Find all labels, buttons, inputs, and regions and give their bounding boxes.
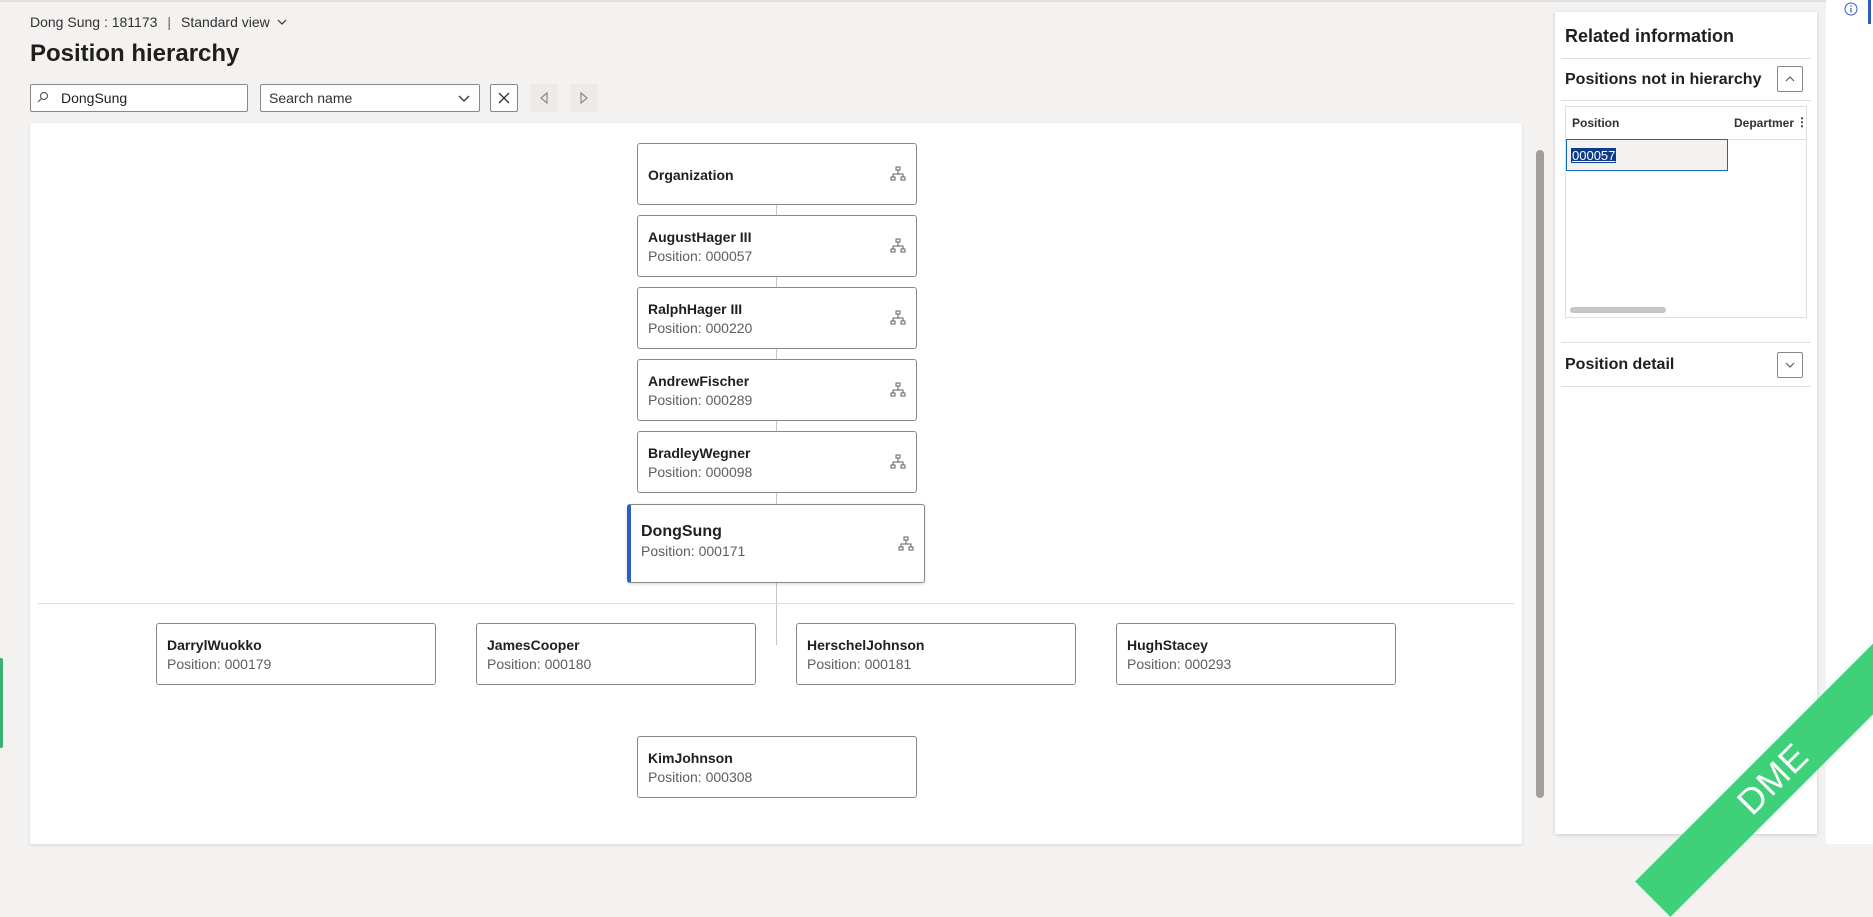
node-name: KimJohnson bbox=[648, 750, 733, 766]
node-name: BradleyWegner bbox=[648, 445, 751, 461]
node-name: AugustHager III bbox=[648, 229, 752, 245]
hierarchy-icon[interactable] bbox=[898, 536, 914, 552]
report-node[interactable]: HerschelJohnson Position: 000181 bbox=[796, 623, 1076, 685]
grid-cell-position[interactable]: 000057 bbox=[1566, 139, 1728, 171]
selected-org-node[interactable]: DongSung Position: 000171 bbox=[627, 504, 925, 583]
positions-grid: Position Departmer ⋮ 000057 bbox=[1565, 106, 1808, 318]
hierarchy-icon[interactable] bbox=[890, 310, 906, 326]
divider bbox=[1561, 342, 1811, 343]
node-name: HerschelJohnson bbox=[807, 637, 925, 653]
previous-result-button[interactable] bbox=[530, 84, 558, 112]
node-name: DongSung bbox=[641, 523, 722, 540]
node-name: AndrewFischer bbox=[648, 373, 750, 389]
page-title: Position hierarchy bbox=[30, 40, 240, 67]
node-position: Position: 000179 bbox=[167, 656, 272, 672]
chevron-down-icon bbox=[458, 95, 470, 102]
vertical-scrollbar[interactable] bbox=[1536, 150, 1544, 798]
node-position: Position: 000181 bbox=[807, 656, 912, 672]
divider bbox=[1561, 58, 1811, 59]
breadcrumb-separator: | bbox=[167, 14, 172, 30]
view-selector[interactable]: Standard view bbox=[181, 14, 288, 30]
record-title: Dong Sung : 181173 bbox=[30, 14, 158, 30]
node-position: Position: 000293 bbox=[1127, 656, 1232, 672]
chevron-down-icon bbox=[1785, 362, 1795, 368]
section-title-not-in-hierarchy: Positions not in hierarchy bbox=[1565, 71, 1762, 88]
panel-title: Related information bbox=[1565, 26, 1735, 46]
chevron-down-icon bbox=[277, 19, 287, 25]
top-border bbox=[0, 0, 1873, 2]
node-name: JamesCooper bbox=[487, 637, 580, 653]
level-divider bbox=[38, 603, 1514, 604]
report-node[interactable]: HughStacey Position: 000293 bbox=[1116, 623, 1396, 685]
close-icon bbox=[498, 92, 510, 104]
node-position: Position: 000308 bbox=[648, 769, 753, 785]
node-position: Position: 000057 bbox=[648, 248, 753, 264]
collapse-section-button[interactable] bbox=[1777, 66, 1803, 92]
org-node-organization[interactable]: Organization bbox=[637, 143, 917, 205]
triangle-right-icon bbox=[580, 92, 588, 104]
node-position: Position: 000289 bbox=[648, 392, 753, 408]
search-input[interactable] bbox=[59, 89, 243, 107]
related-information-panel: Related information Positions not in hie… bbox=[1555, 12, 1817, 834]
chevron-up-icon bbox=[1785, 76, 1795, 82]
left-accent-bar bbox=[0, 658, 3, 748]
org-node[interactable]: AndrewFischer Position: 000289 bbox=[637, 359, 917, 421]
report-node[interactable]: DarrylWuokko Position: 000179 bbox=[156, 623, 436, 685]
hierarchy-icon[interactable] bbox=[890, 454, 906, 470]
search-icon bbox=[37, 91, 53, 106]
active-indicator bbox=[1868, 0, 1871, 24]
node-position: Position: 000180 bbox=[487, 656, 592, 672]
search-field-value: Search name bbox=[269, 90, 353, 106]
node-position: Position: 000220 bbox=[648, 320, 753, 336]
report-node[interactable]: JamesCooper Position: 000180 bbox=[476, 623, 756, 685]
search-field-dropdown[interactable]: Search name bbox=[260, 84, 480, 112]
node-position: Position: 000171 bbox=[641, 543, 746, 559]
hierarchy-canvas: Organization AugustHager III Position: 0… bbox=[30, 123, 1522, 844]
triangle-left-icon bbox=[540, 92, 548, 104]
org-node[interactable]: BradleyWegner Position: 000098 bbox=[637, 431, 917, 493]
hierarchy-icon[interactable] bbox=[890, 382, 906, 398]
horizontal-scrollbar[interactable] bbox=[1570, 307, 1666, 313]
node-name: RalphHager III bbox=[648, 301, 743, 317]
view-label: Standard view bbox=[181, 14, 270, 30]
position-link[interactable]: 000057 bbox=[1571, 148, 1617, 163]
divider bbox=[1561, 386, 1811, 387]
hierarchy-icon[interactable] bbox=[890, 238, 906, 254]
node-position: Position: 000098 bbox=[648, 464, 753, 480]
org-node[interactable]: RalphHager III Position: 000220 bbox=[637, 287, 917, 349]
column-options-icon[interactable]: ⋮ bbox=[1796, 115, 1808, 129]
column-header-department[interactable]: Departmer bbox=[1734, 116, 1794, 130]
search-box[interactable] bbox=[30, 84, 248, 112]
hierarchy-icon[interactable] bbox=[890, 166, 906, 182]
node-name: Organization bbox=[648, 167, 734, 183]
next-result-button[interactable] bbox=[570, 84, 598, 112]
column-header-position[interactable]: Position bbox=[1572, 116, 1619, 130]
clear-search-button[interactable] bbox=[490, 84, 518, 112]
section-title-position-detail: Position detail bbox=[1565, 356, 1675, 373]
info-icon[interactable] bbox=[1844, 2, 1858, 16]
expand-section-button[interactable] bbox=[1777, 352, 1803, 378]
breadcrumb: Dong Sung : 181173 | Standard view bbox=[30, 14, 288, 30]
divider bbox=[1561, 100, 1811, 101]
org-node[interactable]: AugustHager III Position: 000057 bbox=[637, 215, 917, 277]
grid-header: Position Departmer ⋮ bbox=[1566, 107, 1808, 140]
report-node[interactable]: KimJohnson Position: 000308 bbox=[637, 736, 917, 798]
node-name: DarrylWuokko bbox=[167, 637, 262, 653]
node-name: HughStacey bbox=[1127, 637, 1208, 653]
